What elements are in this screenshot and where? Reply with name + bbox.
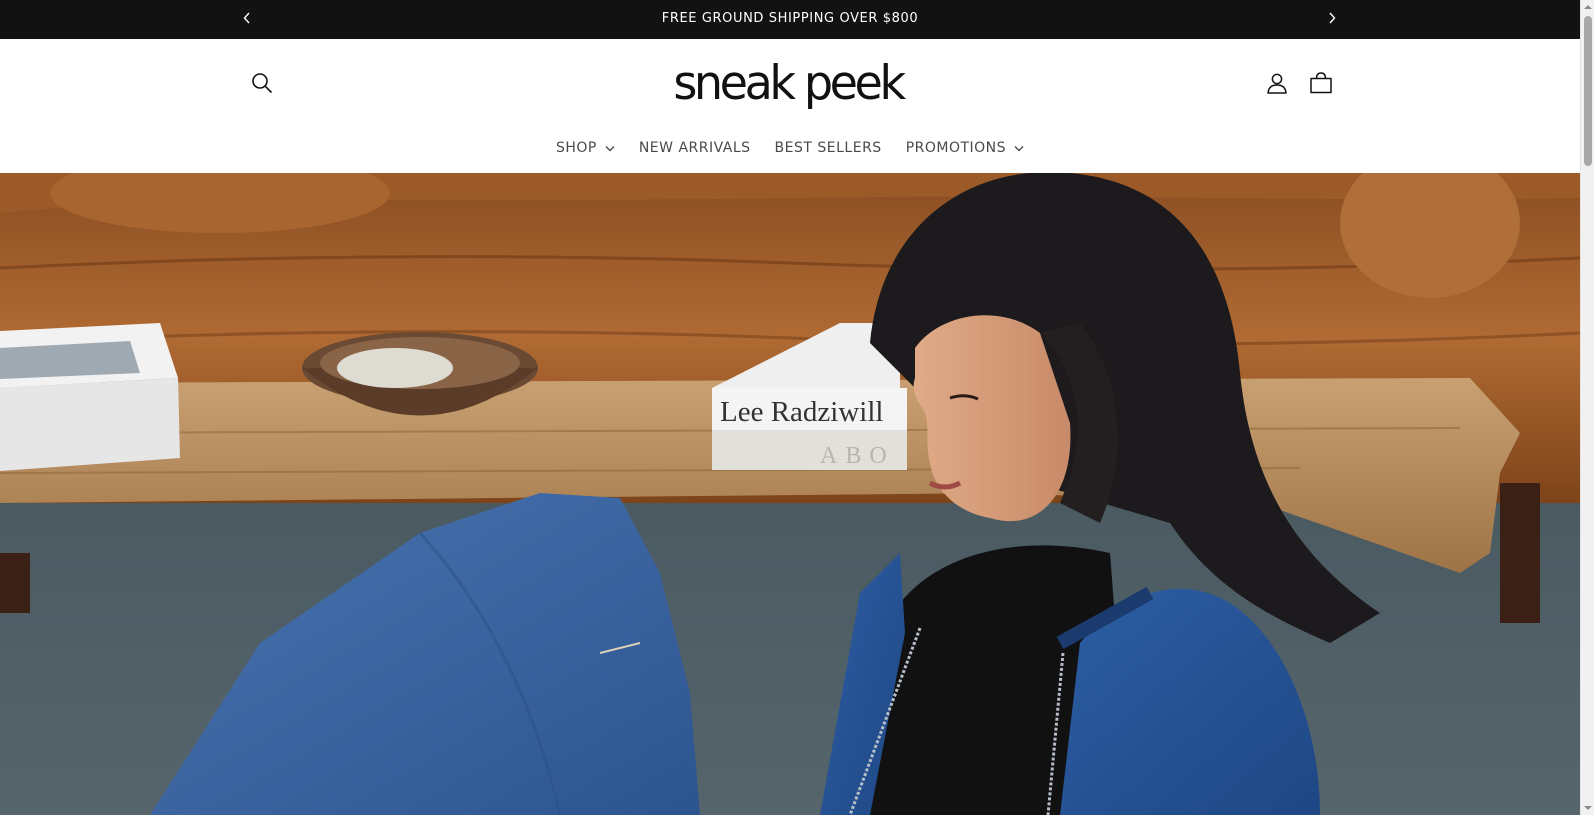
site-header: sneak peek SHOP NEW ARRIVALS BEST SELLER… xyxy=(0,39,1580,173)
nav-item-shop[interactable]: SHOP xyxy=(544,140,627,156)
main-nav: SHOP NEW ARRIVALS BEST SELLERS PROMOTION… xyxy=(0,133,1580,163)
book-title: Lee Radziwill xyxy=(720,396,883,428)
nav-item-best-sellers[interactable]: BEST SELLERS xyxy=(763,140,894,156)
nav-item-label: NEW ARRIVALS xyxy=(638,140,751,156)
site-logo[interactable]: sneak peek xyxy=(673,51,906,115)
scroll-up-arrow-icon[interactable] xyxy=(1581,0,1594,14)
chevron-down-icon xyxy=(1014,145,1024,152)
hero-image: Lee Radziwill ABO xyxy=(0,173,1580,815)
nav-item-label: BEST SELLERS xyxy=(774,140,882,156)
search-button[interactable] xyxy=(244,67,280,103)
search-icon xyxy=(251,72,273,99)
page: FREE GROUND SHIPPING OVER $800 sneak pee… xyxy=(0,0,1594,815)
nav-item-promotions[interactable]: PROMOTIONS xyxy=(894,140,1036,156)
scroll-thumb[interactable] xyxy=(1584,16,1592,166)
account-button[interactable] xyxy=(1259,67,1295,103)
chevron-right-icon xyxy=(1327,11,1337,29)
account-icon xyxy=(1266,72,1288,99)
announcement-bar: FREE GROUND SHIPPING OVER $800 xyxy=(0,0,1580,39)
page-scrollbar[interactable] xyxy=(1580,0,1594,815)
logo-text: sneak peek xyxy=(673,55,906,111)
cart-icon xyxy=(1309,71,1333,99)
scroll-down-arrow-icon[interactable] xyxy=(1581,801,1594,815)
nav-item-new-arrivals[interactable]: NEW ARRIVALS xyxy=(627,140,763,156)
hero-banner[interactable]: Lee Radziwill ABO xyxy=(0,173,1580,815)
chevron-down-icon xyxy=(605,145,615,152)
nav-item-label: SHOP xyxy=(555,140,597,156)
nav-item-label: PROMOTIONS xyxy=(905,140,1007,156)
cart-button[interactable] xyxy=(1303,67,1339,103)
book-subtitle: ABO xyxy=(820,443,895,469)
announcement-next-button[interactable] xyxy=(1320,8,1344,32)
